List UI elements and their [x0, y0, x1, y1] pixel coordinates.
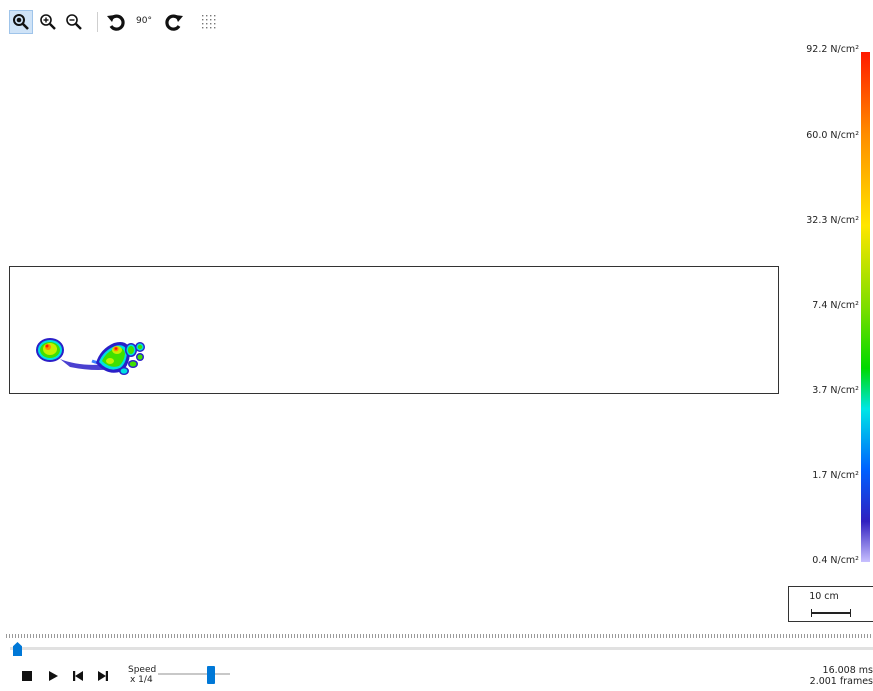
stop-button[interactable] [19, 668, 35, 684]
speed-label-group: Speed x 1/4 [128, 665, 156, 685]
rotate-90-label: 90° [136, 16, 152, 26]
toolbar: 90° [0, 0, 873, 40]
colorbar-label-min: 0.4 N/cm² [812, 555, 859, 566]
colorbar-label-3: 32.3 N/cm² [806, 215, 859, 226]
speed-slider-thumb[interactable] [207, 666, 215, 684]
colorbar-label-2: 60.0 N/cm² [806, 130, 859, 141]
rotate-cw-icon [165, 14, 183, 31]
grid-icon [202, 15, 216, 29]
stop-icon [22, 671, 32, 681]
pressure-plate[interactable] [9, 266, 779, 394]
scale-label: 10 cm [809, 591, 839, 602]
scale-indicator: 10 cm [788, 586, 873, 622]
speed-slider-track[interactable] [158, 673, 230, 675]
speed-value: x 1/4 [130, 675, 153, 685]
time-readout: 16.008 ms 2.001 frames [810, 665, 873, 687]
toolbar-separator [97, 12, 98, 32]
frames-value: 2.001 frames [809, 676, 873, 687]
zoom-out-button[interactable] [62, 10, 86, 34]
zoom-in-button[interactable] [36, 10, 60, 34]
select-zoom-icon [13, 14, 29, 30]
rotate-cw-button[interactable] [162, 10, 186, 34]
footprint-heatmap [36, 338, 145, 375]
colorbar-label-max: 92.2 N/cm² [806, 44, 859, 55]
skip-back-icon [73, 671, 83, 681]
speed-label: Speed [128, 665, 157, 675]
skip-to-start-button[interactable] [70, 668, 86, 684]
colorbar-label-4: 7.4 N/cm² [812, 300, 859, 311]
rotate-ccw-icon [107, 14, 125, 31]
play-button[interactable] [45, 668, 61, 684]
colorbar-label-5: 3.7 N/cm² [812, 385, 859, 396]
timeline-track[interactable] [10, 647, 873, 650]
zoom-in-icon [40, 14, 56, 30]
timeline-thumb[interactable] [13, 642, 22, 656]
time-value: 16.008 ms [822, 665, 873, 676]
scale-bar [811, 609, 851, 617]
grid-toggle-button[interactable] [197, 10, 221, 34]
skip-forward-icon [98, 671, 108, 681]
skip-to-end-button[interactable] [95, 668, 111, 684]
timeline-ticks [6, 634, 873, 638]
rotate-ccw-button[interactable] [104, 10, 128, 34]
colorbar-label-6: 1.7 N/cm² [812, 470, 859, 481]
play-icon [49, 671, 58, 681]
select-zoom-button[interactable] [9, 10, 33, 34]
pressure-colorbar [861, 52, 870, 562]
zoom-out-icon [66, 14, 82, 30]
